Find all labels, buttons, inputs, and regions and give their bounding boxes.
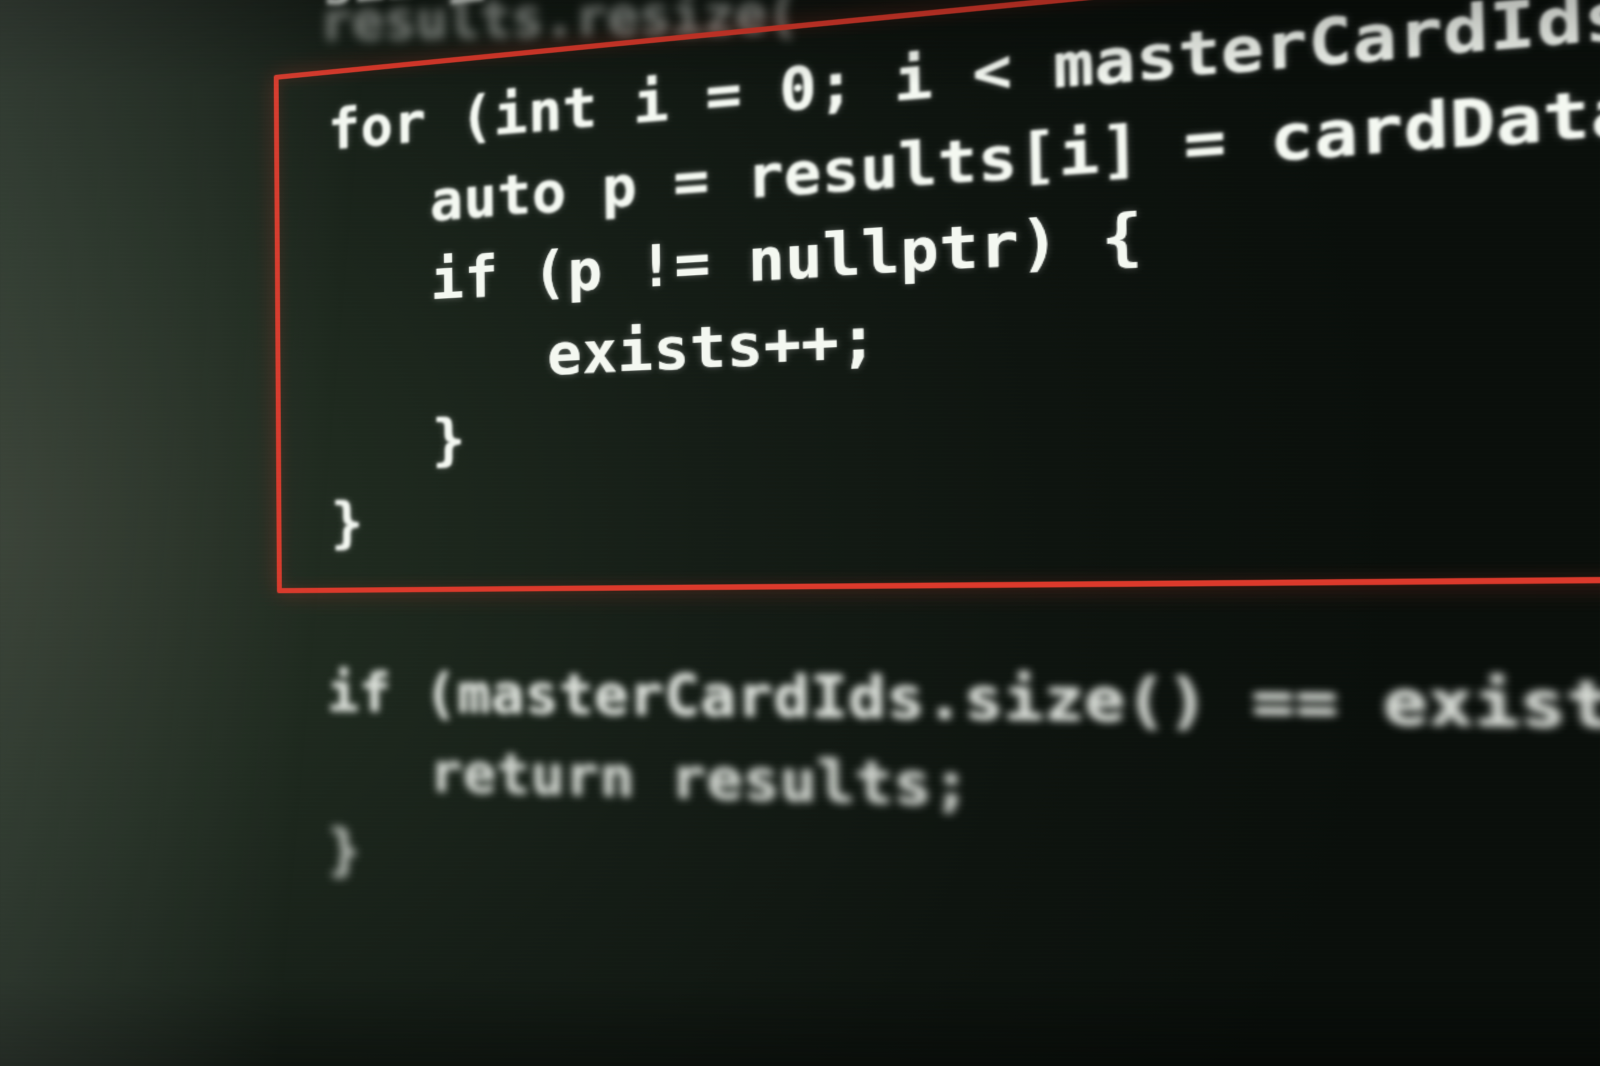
code-editor-view: results.resize( size_t exists = 0; for (… <box>168 0 1600 1001</box>
code-highlight-box: for (int i = 0; i < masterCardIds.size()… <box>274 0 1600 593</box>
